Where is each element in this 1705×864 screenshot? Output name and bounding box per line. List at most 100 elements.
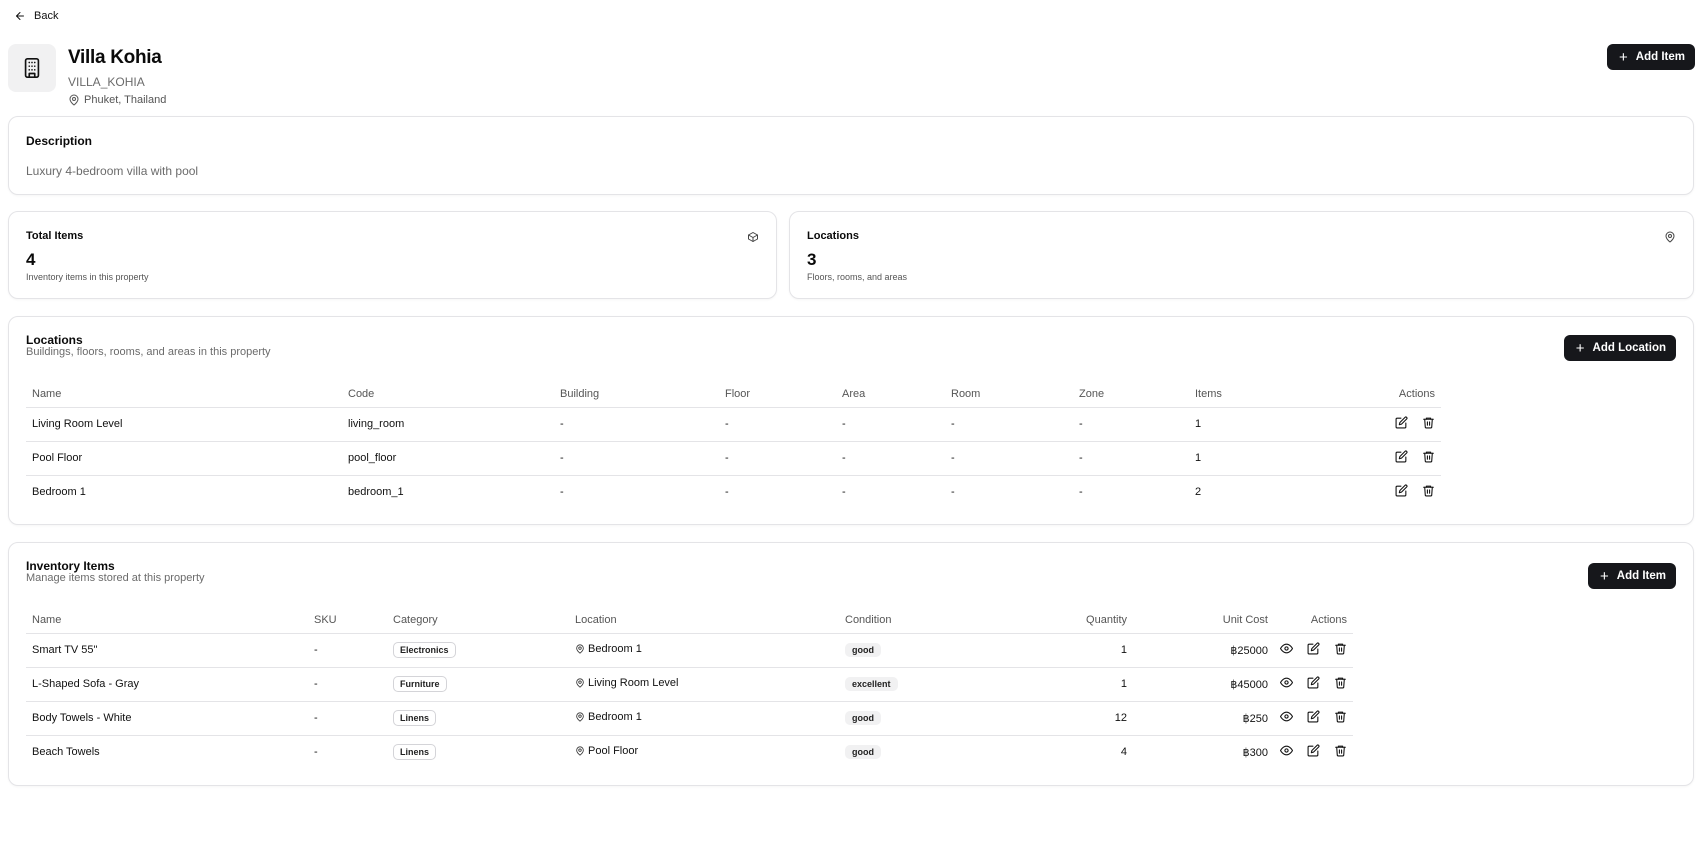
item-unit-cost-cell: ฿25000 xyxy=(1133,633,1274,668)
edit-icon[interactable] xyxy=(1307,642,1320,655)
item-category-cell: Linens xyxy=(387,701,569,736)
add-item-button[interactable]: + Add Item xyxy=(1607,44,1695,70)
edit-icon[interactable] xyxy=(1395,484,1408,497)
location-code-cell: living_room xyxy=(342,407,554,442)
row-actions xyxy=(1274,633,1353,668)
total-items-value: 4 xyxy=(26,250,36,269)
edit-icon[interactable] xyxy=(1395,416,1408,429)
trash-icon[interactable] xyxy=(1422,416,1435,429)
item-category-cell: Furniture xyxy=(387,667,569,702)
location-code-cell: bedroom_1 xyxy=(348,486,404,499)
category-badge: Electronics xyxy=(393,642,456,658)
inventory-card: Inventory Items Manage items stored at t… xyxy=(8,542,1694,786)
eye-icon[interactable] xyxy=(1280,642,1293,655)
trash-icon[interactable] xyxy=(1334,710,1347,723)
row-actions xyxy=(1389,441,1441,476)
table-header-row: Name Code Building Floor Area Room Zone … xyxy=(26,381,1441,408)
trash-icon[interactable] xyxy=(1422,484,1435,497)
item-sku-cell: - xyxy=(308,667,387,702)
row-actions xyxy=(1274,701,1353,736)
plus-icon: + xyxy=(1619,48,1628,66)
location-name-cell: Pool Floor xyxy=(26,441,342,476)
edit-icon[interactable] xyxy=(1307,744,1320,757)
table-row: L-Shaped Sofa - Gray - Furniture Living Roo… xyxy=(26,667,1353,702)
item-condition-cell: excellent xyxy=(839,667,1019,702)
location-building-cell: - xyxy=(554,407,719,442)
location-items-cell: 1 xyxy=(1189,441,1389,476)
location-room-cell: - xyxy=(945,407,1073,442)
table-row: Living Room Level living_room - - - - -1 xyxy=(26,407,1441,442)
item-sku-cell: - xyxy=(314,746,318,759)
item-unit-cost-cell: ฿300 xyxy=(1242,746,1268,759)
trash-icon[interactable] xyxy=(1334,676,1347,689)
item-location-cell: Bedroom 1 xyxy=(569,701,839,736)
edit-icon[interactable] xyxy=(1307,676,1320,689)
eye-icon[interactable] xyxy=(1280,744,1293,757)
column-header: SKU xyxy=(308,607,387,634)
inventory-title: Inventory Items xyxy=(26,559,115,573)
map-pin-icon xyxy=(576,644,584,654)
description-title: Description xyxy=(26,134,93,148)
item-location-text: Living Room Level xyxy=(588,677,679,689)
condition-badge: good xyxy=(845,711,881,725)
item-quantity-cell: 1 xyxy=(1019,667,1133,702)
locations-card: Locations Buildings, floors, rooms, and … xyxy=(8,316,1694,525)
arrow-left-icon xyxy=(16,12,24,20)
table-row: Smart TV 55" - Electronics Bedroom 1 good 1 ฿2… xyxy=(26,633,1353,668)
location-zone-cell: - xyxy=(1073,441,1189,476)
location-floor-cell: - xyxy=(725,486,729,499)
locations-table: Name Code Building Floor Area Room Zone … xyxy=(26,381,1441,509)
eye-icon[interactable] xyxy=(1280,710,1293,723)
locations-stat-value: 3 xyxy=(807,250,817,269)
locations-stat-card: Locations 3 Floors, rooms, and areas xyxy=(789,211,1694,299)
item-location-cell: Pool Floor xyxy=(569,735,839,769)
package-icon xyxy=(748,232,758,242)
column-header: Condition xyxy=(839,607,1019,634)
item-condition-cell: good xyxy=(839,735,1019,769)
column-header: Actions xyxy=(1389,381,1441,408)
location-zone-cell: - xyxy=(1073,407,1189,442)
trash-icon[interactable] xyxy=(1422,450,1435,463)
column-header: Area xyxy=(836,381,945,408)
location-items-cell: 2 xyxy=(1195,486,1202,499)
map-pin-icon xyxy=(576,746,584,756)
item-location-text: Pool Floor xyxy=(588,745,639,758)
add-location-label: Add Location xyxy=(1592,342,1666,354)
location-area-cell: - xyxy=(842,486,846,499)
location-name-cell: Bedroom 1 xyxy=(32,486,86,499)
locations-title: Locations xyxy=(26,333,83,347)
property-avatar xyxy=(8,44,56,92)
page-title: Villa Kohia xyxy=(68,47,162,68)
plus-icon: + xyxy=(1575,339,1585,357)
table-row: Body Towels - White - Linens Bedroom 1 good 1… xyxy=(26,701,1353,736)
trash-icon[interactable] xyxy=(1334,642,1347,655)
add-location-button[interactable]: + Add Location xyxy=(1563,335,1676,361)
eye-icon[interactable] xyxy=(1280,676,1293,689)
condition-badge: good xyxy=(845,643,881,657)
item-name-cell: Beach Towels xyxy=(32,746,100,759)
trash-icon[interactable] xyxy=(1334,744,1347,757)
column-header: Code xyxy=(342,381,554,408)
table-row: Pool Floor pool_floor - - - - -1 xyxy=(26,441,1441,476)
item-unit-cost-cell: ฿45000 xyxy=(1133,667,1274,702)
row-actions xyxy=(1389,475,1441,509)
column-header: Actions xyxy=(1274,607,1353,634)
location-zone-cell: - xyxy=(1079,486,1083,499)
table-header-row: Name SKU Category Location Condition Qua… xyxy=(26,607,1353,634)
locations-subtitle: Buildings, floors, rooms, and areas in t… xyxy=(26,346,271,358)
edit-icon[interactable] xyxy=(1395,450,1408,463)
item-category-cell: Electronics xyxy=(387,633,569,668)
edit-icon[interactable] xyxy=(1307,710,1320,723)
table-row: Bedroom 1 bedroom_1 - - - - - 2 xyxy=(26,475,1441,509)
location-building-cell: - xyxy=(560,486,564,499)
column-header: Zone xyxy=(1073,381,1189,408)
back-link[interactable]: Back xyxy=(14,10,58,22)
item-location-cell: Bedroom 1 xyxy=(569,633,839,668)
location-area-cell: - xyxy=(836,407,945,442)
add-inventory-item-button[interactable]: + Add Item xyxy=(1588,563,1676,589)
item-name-cell: Body Towels - White xyxy=(26,701,308,736)
item-condition-cell: good xyxy=(839,633,1019,668)
property-header: Villa Kohia VILLA_KOHIA Phuket, Thailand xyxy=(8,44,1695,106)
plus-icon: + xyxy=(1600,567,1609,585)
category-badge: Linens xyxy=(393,710,437,726)
